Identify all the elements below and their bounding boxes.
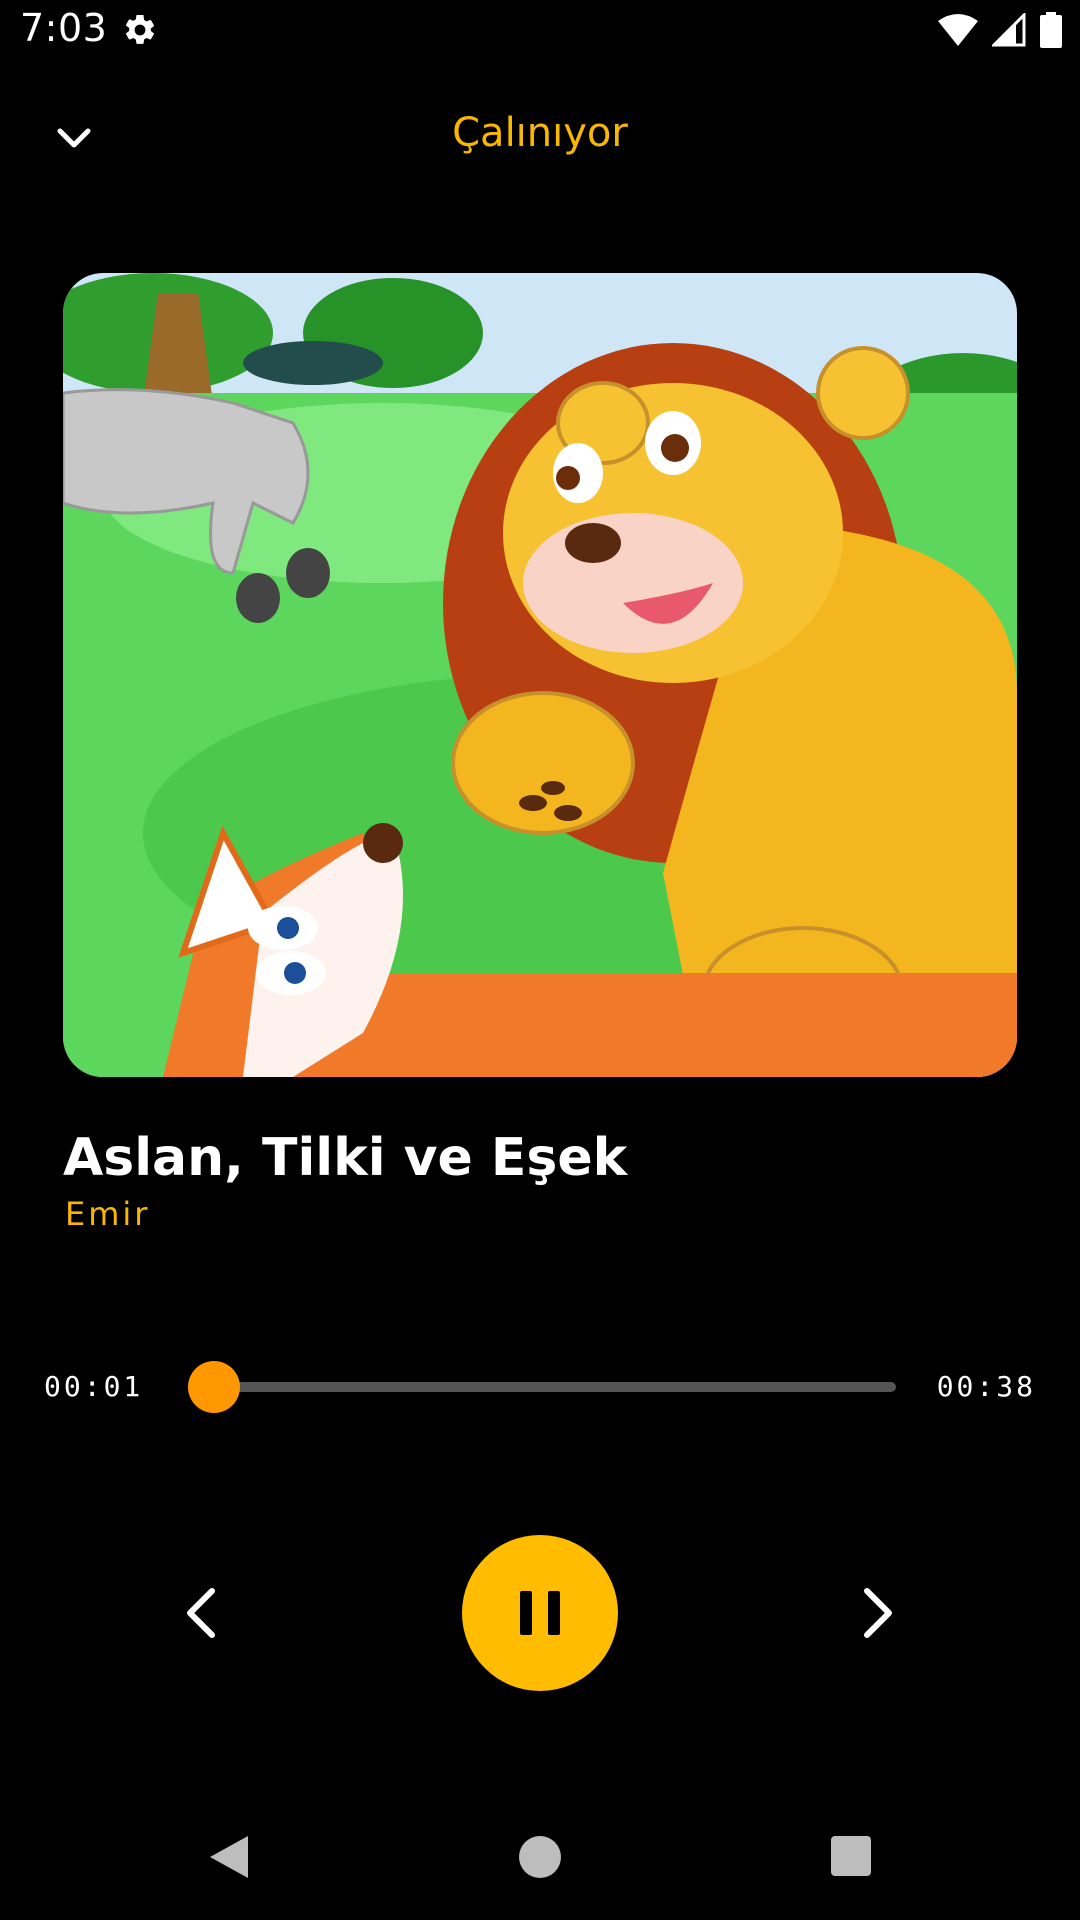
back-icon[interactable] (204, 1832, 254, 1882)
previous-button[interactable] (167, 1578, 237, 1648)
seek-thumb[interactable] (188, 1361, 241, 1413)
home-icon[interactable] (519, 1836, 561, 1878)
pause-button[interactable] (462, 1535, 618, 1691)
battery-icon (1040, 12, 1062, 48)
artwork-illustration (63, 273, 1017, 1077)
chevron-right-icon (864, 1588, 892, 1638)
chevron-left-icon (187, 1588, 215, 1638)
seek-bar[interactable] (188, 1361, 896, 1413)
page-title: Çalınıyor (452, 110, 628, 156)
recents-icon[interactable] (831, 1836, 871, 1876)
album-artwork (63, 273, 1017, 1077)
signal-icon (992, 13, 1026, 47)
status-icons (938, 10, 1062, 50)
wifi-icon (938, 14, 978, 46)
track-artist: Emir (65, 1195, 151, 1233)
next-button[interactable] (842, 1578, 912, 1648)
track-title: Aslan, Tilki ve Eşek (63, 1128, 628, 1188)
pause-icon (520, 1591, 560, 1635)
navigation-bar (0, 1800, 1080, 1920)
status-time: 7:03 (20, 6, 108, 50)
current-time: 00:01 (44, 1370, 144, 1403)
now-playing-header: Çalınıyor (0, 90, 1080, 185)
status-bar: 7:03 (0, 0, 1080, 62)
settings-icon (125, 14, 155, 44)
total-time: 00:38 (936, 1370, 1036, 1403)
